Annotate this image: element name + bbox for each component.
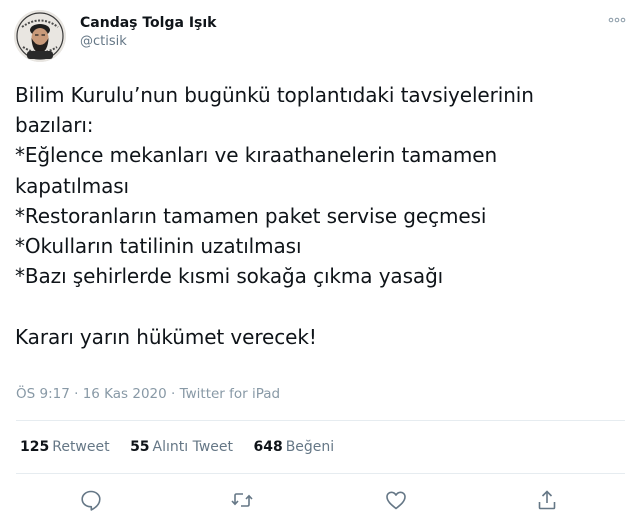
user-handle[interactable]: @ctisik: [80, 32, 216, 52]
meta-separator: ·: [69, 386, 83, 402]
tweet-time[interactable]: ÖS 9:17: [16, 386, 70, 402]
like-count-label: Beğeni: [285, 439, 335, 455]
like-icon: [386, 491, 406, 510]
tweet-date[interactable]: 16 Kas 2020: [83, 386, 167, 402]
tweet-stats: 125 Retweet 55 Alıntı Tweet 648 Beğeni: [20, 439, 350, 455]
author-info: Candaş Tolga Işık @ctisik: [80, 14, 216, 52]
tweet-header: Candaş Tolga Işık @ctisik: [14, 10, 626, 62]
tweet-text-line: Bilim Kurulu’nun bugünkü toplantıdaki ta…: [15, 83, 534, 107]
like-count[interactable]: 648 Beğeni: [253, 439, 334, 455]
like-button[interactable]: [384, 488, 408, 512]
tweet-card: Candaş Tolga Işık @ctisik Bilim Kurulu’n…: [0, 0, 640, 527]
share-button[interactable]: [535, 488, 559, 512]
retweet-count-value: 125: [20, 439, 50, 455]
quote-count-value: 55: [130, 439, 150, 455]
ellipsis-icon: [608, 17, 626, 23]
tweet-text-line: bazıları:: [15, 113, 94, 138]
like-count-value: 648: [253, 439, 283, 455]
tweet-source[interactable]: Twitter for iPad: [180, 386, 281, 402]
divider: [16, 473, 625, 474]
quote-count-label: Alıntı Tweet: [152, 439, 234, 455]
tweet-text-line: *Eğlence mekanları ve kıraathanelerin ta…: [15, 143, 498, 168]
retweet-count-label: Retweet: [52, 439, 110, 455]
tweet-actions: [0, 488, 640, 514]
retweet-count[interactable]: 125 Retweet: [20, 439, 110, 455]
meta-separator: ·: [166, 386, 180, 402]
avatar[interactable]: [14, 10, 66, 62]
tweet-text-line: *Restoranların tamamen paket servise geç…: [15, 203, 487, 228]
display-name[interactable]: Candaş Tolga Işık: [80, 14, 216, 32]
tweet-text-line: *Bazı şehirlerde kısmi sokağa çıkma yasa…: [15, 264, 444, 289]
tweet-metadata: ÖS 9:17 · 16 Kas 2020 · Twitter for iPad: [16, 386, 280, 402]
tweet-text-line: kapatılması: [15, 173, 130, 198]
tweet-text: Bilim Kurulu’nun bugünkü toplantıdaki ta…: [15, 80, 625, 352]
tweet-closing-line: Kararı yarın hükümet verecek!: [15, 324, 317, 349]
quote-count[interactable]: 55 Alıntı Tweet: [130, 439, 233, 455]
profile-photo-icon: [14, 10, 66, 62]
reply-button[interactable]: [79, 488, 103, 512]
reply-icon: [81, 490, 101, 511]
tweet-text-line: *Okulların tatilinin uzatılması: [15, 234, 302, 259]
more-options-button[interactable]: [608, 12, 626, 28]
retweet-icon: [231, 493, 253, 507]
divider: [16, 420, 625, 421]
share-icon: [538, 490, 556, 510]
retweet-button[interactable]: [230, 488, 254, 512]
